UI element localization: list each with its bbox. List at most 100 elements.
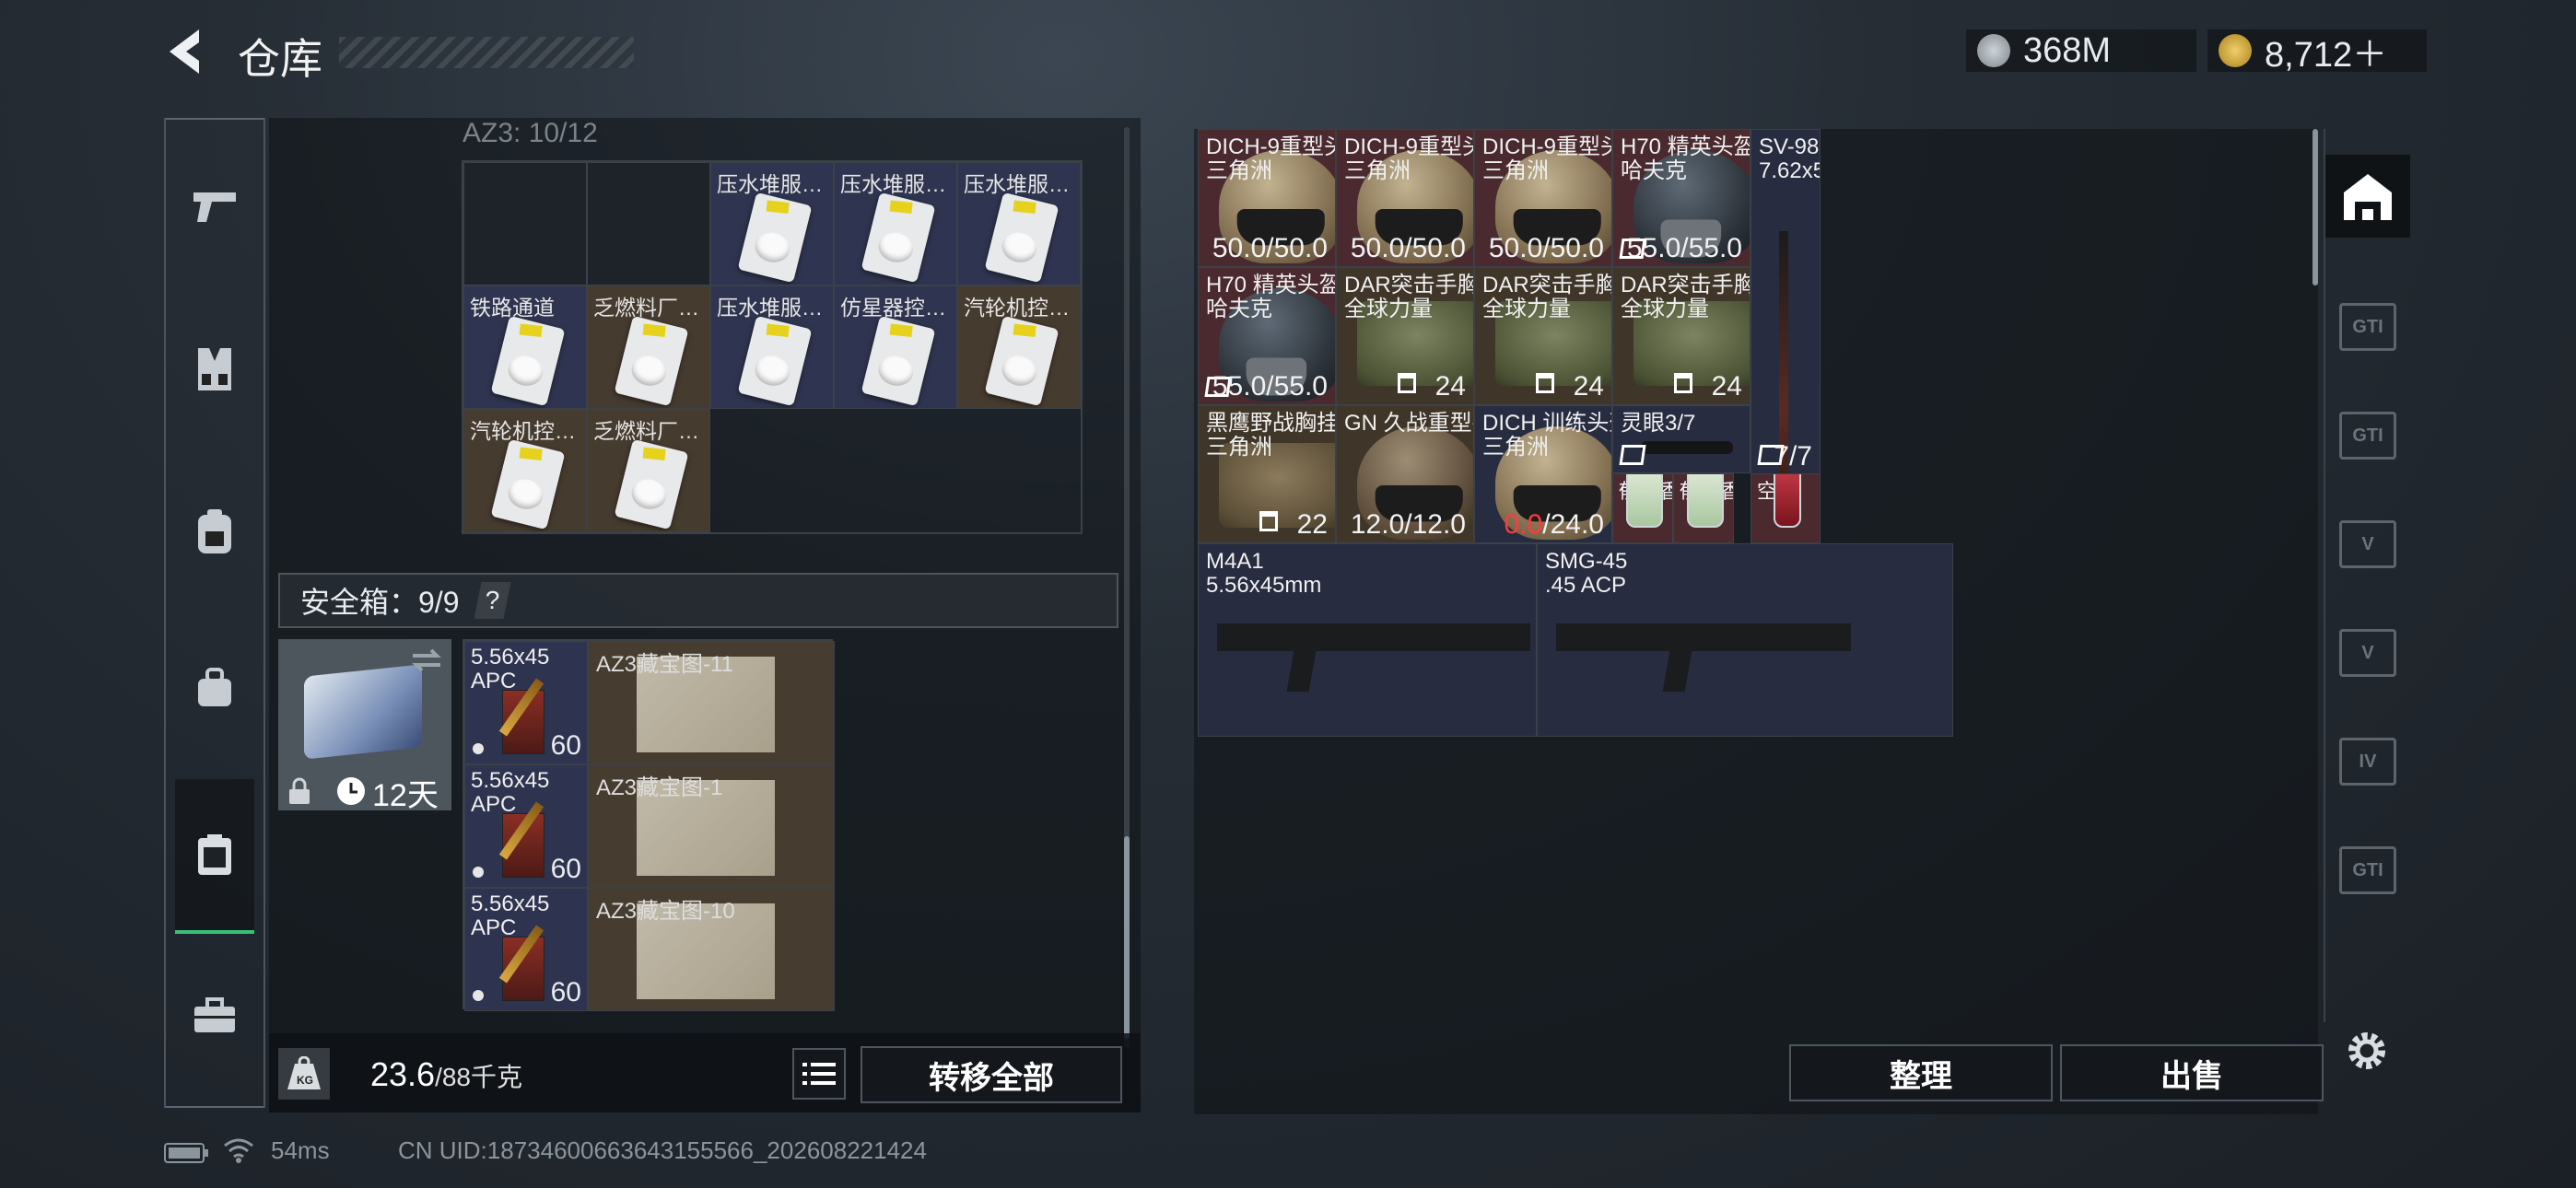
nav-briefcase[interactable] [175, 976, 254, 1055]
settings-button[interactable] [2344, 1028, 2390, 1078]
storage-tab-icon: V [2339, 629, 2396, 677]
h70-helmet[interactable]: H70 精英头盔 哈夫克 55.0/55.0 [1198, 267, 1336, 405]
drink-item[interactable]: 郁金香 [1612, 473, 1673, 543]
weight-max: /88千克 [435, 1063, 523, 1091]
lock-icon [289, 777, 310, 804]
key-item[interactable]: 压水堆服… [710, 285, 834, 409]
key-item-label: 压水堆服… [717, 296, 823, 320]
treasure-map-item[interactable]: AZ3藏宝图-10 [588, 888, 835, 1011]
key-item-label: 铁路通道 [470, 296, 555, 320]
currency-silver[interactable]: 368M [1966, 29, 2196, 72]
uninsured-icon [1619, 445, 1646, 465]
storage-tab-home[interactable] [2325, 155, 2410, 238]
nav-chest-rig[interactable] [175, 330, 254, 409]
key-item[interactable]: 乏燃料厂… [587, 285, 710, 409]
drink-item[interactable]: 郁金香 [1673, 473, 1734, 543]
key-item[interactable]: 仿星器控… [834, 285, 957, 409]
gear-icon [2348, 1032, 2385, 1069]
ammo-item[interactable]: 5.56x45 APC 60 [464, 764, 588, 888]
chest-rig-icon [198, 348, 231, 390]
item-subtitle: 5.56x45mm [1206, 573, 1322, 598]
ammo-capacity-value: 7/7 [1774, 441, 1812, 472]
sv98-rifle[interactable]: SV-987.62x54R 7/7 [1751, 129, 1821, 475]
dich-training-helmet[interactable]: DICH 训练头盔三角洲 0.0/24.0 [1474, 405, 1612, 543]
lingyan-scope[interactable]: 灵眼3/7 [1612, 405, 1751, 473]
currency-gold[interactable]: 8,712＋ [2207, 29, 2427, 75]
ammo-item[interactable]: 5.56x45 APC 60 [464, 641, 588, 764]
key-item[interactable]: 铁路通道 [463, 285, 587, 409]
nav-safe-case[interactable] [175, 779, 254, 934]
transfer-all-button[interactable]: 转移全部 [861, 1046, 1122, 1103]
blackhawk-chest-rig[interactable]: 黑鹰野战胸挂 三角洲 22 [1198, 405, 1336, 543]
swap-icon[interactable] [409, 646, 444, 674]
safe-box-item[interactable]: 12天 [278, 639, 451, 813]
help-icon[interactable]: ? [474, 582, 511, 619]
keycard-image [984, 192, 1060, 284]
nav-backpack[interactable] [175, 492, 254, 571]
dich9-helmet[interactable]: DICH-9重型头盔三角洲 50.0/50.0 [1336, 129, 1474, 267]
nav-pouch[interactable] [175, 648, 254, 728]
back-arrow-icon [170, 29, 199, 74]
keycard-image [614, 438, 689, 530]
storage-tab[interactable]: V [2325, 611, 2410, 694]
key-item[interactable]: 压水堆服… [834, 162, 957, 285]
item-name: DICH-9重型头盔三角洲 [1344, 135, 1473, 183]
sort-button[interactable]: 整理 [1789, 1044, 2053, 1101]
m4a1-rifle[interactable]: M4A1 5.56x45mm [1198, 543, 1537, 737]
storage-tab[interactable]: IV [2325, 720, 2410, 803]
back-button[interactable] [162, 24, 206, 79]
key-item[interactable]: 压水堆服… [710, 162, 834, 285]
key-item[interactable]: 乏燃料厂… [587, 409, 710, 532]
left-scrollbar[interactable] [1124, 836, 1130, 1039]
map-label: AZ3藏宝图-10 [596, 899, 735, 924]
item-name: H70 精英头盔 哈夫克 [1621, 135, 1750, 183]
dar-chest-rig[interactable]: DAR突击手胸挂全球力量 24 [1474, 267, 1612, 405]
vest-capacity-icon [1398, 373, 1416, 393]
dich9-helmet[interactable]: DICH-9重型头盔三角洲 50.0/50.0 [1474, 129, 1612, 267]
empty-slot [463, 162, 587, 285]
dar-chest-rig[interactable]: DAR突击手胸挂全球力量 24 [1336, 267, 1474, 405]
key-item[interactable]: 汽轮机控… [463, 409, 587, 532]
nav-weapons[interactable] [175, 168, 254, 247]
safe-box-label: 安全箱：9/9 [300, 586, 460, 619]
item-title: DAR突击手胸挂 [1482, 273, 1611, 297]
key-item-label: 仿星器控… [840, 296, 946, 320]
dar-chest-rig[interactable]: DAR突击手胸挂全球力量 24 [1612, 267, 1751, 405]
item-name: SV-987.62x54R [1759, 135, 1820, 183]
key-item-label: 压水堆服… [964, 172, 1070, 196]
gn-nvg-helmet[interactable]: GN 久战重型夜视头盔 12.0/12.0 [1336, 405, 1474, 543]
storage-tab[interactable]: GTI [2325, 394, 2410, 477]
ammo-count: 60 [550, 977, 581, 1007]
h70-helmet[interactable]: H70 精英头盔 哈夫克 55.0/55.0 [1612, 129, 1751, 267]
ammo-item[interactable]: 5.56x45 APC 60 [464, 888, 588, 1011]
header-decoration [339, 37, 634, 68]
dich9-helmet[interactable]: DICH-9重型头盔三角洲 50.0/50.0 [1198, 129, 1336, 267]
list-view-button[interactable] [792, 1048, 846, 1100]
durability-value: 50.0/50.0 [1488, 233, 1604, 263]
item-subtitle: 三角洲 [1206, 158, 1272, 183]
treasure-map-item[interactable]: AZ3藏宝图-1 [588, 764, 835, 888]
smg45[interactable]: SMG-45.45 ACP [1537, 543, 1953, 737]
item-title: DAR突击手胸挂 [1344, 273, 1473, 297]
silver-coin-icon [1977, 34, 2010, 67]
item-name: DAR突击手胸挂全球力量 [1344, 273, 1473, 321]
item-title: DICH-9重型头盔 [1206, 134, 1335, 159]
capacity-value: 24 [1573, 371, 1604, 402]
treasure-map-item[interactable]: AZ3藏宝图-11 [588, 641, 835, 764]
ammo-count: 60 [550, 854, 581, 884]
storage-tab[interactable]: V [2325, 503, 2410, 586]
item-subtitle: 三角洲 [1206, 435, 1272, 460]
durability-value: 50.0/50.0 [1212, 233, 1328, 263]
key-item[interactable]: 汽轮机控… [957, 285, 1081, 409]
item-subtitle: 全球力量 [1344, 297, 1433, 321]
right-scrollbar[interactable] [2313, 129, 2318, 285]
drink-item[interactable]: 空岛 [1751, 473, 1821, 543]
item-name: DAR突击手胸挂全球力量 [1621, 274, 1750, 321]
storage-tab[interactable]: GTI [2325, 285, 2410, 368]
ammo-label: 5.56x45 APC [471, 892, 550, 940]
key-item[interactable]: 压水堆服… [957, 162, 1081, 285]
sell-button[interactable]: 出售 [2060, 1044, 2324, 1101]
storage-tab[interactable]: GTI [2325, 829, 2410, 912]
item-subtitle: 三角洲 [1344, 158, 1411, 183]
keycard-image [490, 438, 566, 530]
